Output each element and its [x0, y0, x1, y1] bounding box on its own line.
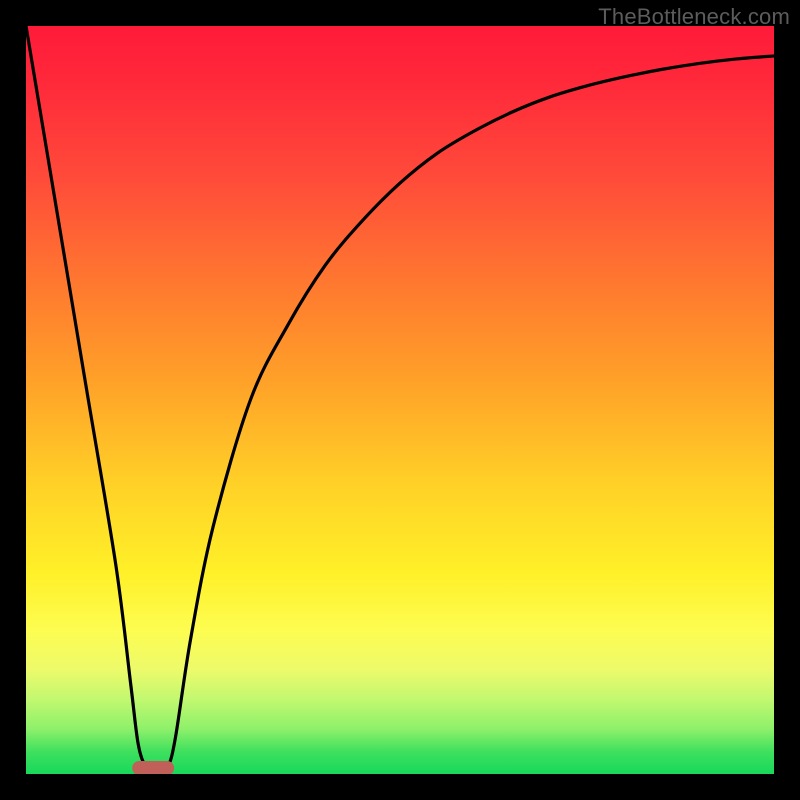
plot-area	[26, 26, 774, 774]
bottleneck-curve	[26, 26, 774, 774]
chart-frame: TheBottleneck.com	[0, 0, 800, 800]
watermark-label: TheBottleneck.com	[598, 4, 790, 30]
